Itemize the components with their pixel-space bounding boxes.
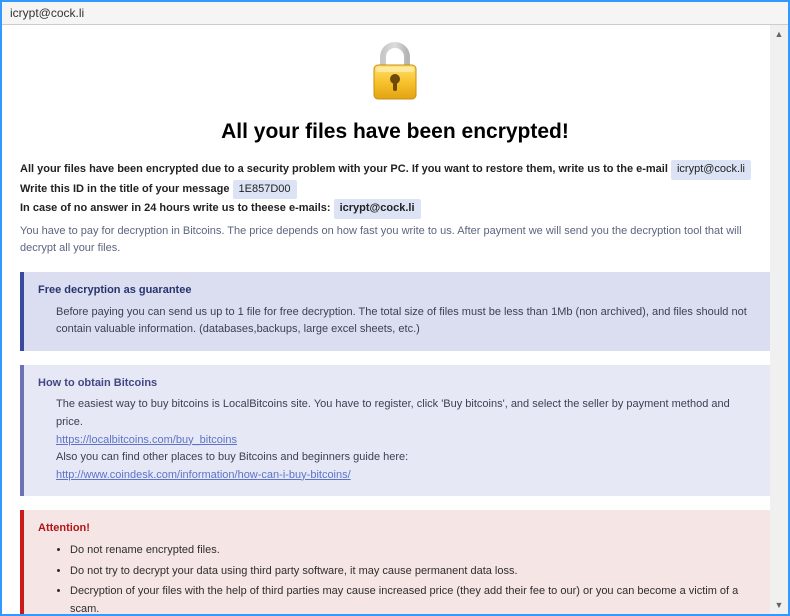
contact-email-1: icrypt@cock.li — [671, 160, 751, 180]
attention-item: Do not rename encrypted files. — [70, 542, 756, 560]
attention-item: Decryption of your files with the help o… — [70, 583, 756, 614]
scrollbar[interactable]: ▲ ▼ — [770, 25, 788, 614]
ransom-window: icrypt@cock.li — [0, 0, 790, 616]
scroll-up-icon[interactable]: ▲ — [770, 25, 788, 43]
bitcoins-line-2: Also you can find other places to buy Bi… — [56, 449, 756, 467]
attention-box: Attention! Do not rename encrypted files… — [20, 510, 770, 614]
attention-title: Attention! — [38, 520, 756, 538]
payment-note: You have to pay for decryption in Bitcoi… — [20, 223, 770, 258]
contact-email-2: icrypt@cock.li — [334, 199, 421, 219]
bitcoins-body: The easiest way to buy bitcoins is Local… — [38, 396, 756, 484]
attention-list: Do not rename encrypted files. Do not tr… — [38, 542, 756, 614]
attention-item: Do not try to decrypt your data using th… — [70, 563, 756, 581]
intro-line-3: In case of no answer in 24 hours write u… — [20, 199, 770, 219]
guarantee-title: Free decryption as guarantee — [38, 282, 756, 300]
window-title: icrypt@cock.li — [10, 6, 84, 20]
bitcoins-title: How to obtain Bitcoins — [38, 375, 756, 393]
page-title: All your files have been encrypted! — [20, 120, 770, 144]
coindesk-link[interactable]: http://www.coindesk.com/information/how-… — [56, 467, 351, 485]
intro-line-2: Write this ID in the title of your messa… — [20, 180, 770, 200]
guarantee-body: Before paying you can send us up to 1 fi… — [38, 304, 756, 339]
window-titlebar: icrypt@cock.li — [2, 2, 788, 25]
intro-line-2-text: Write this ID in the title of your messa… — [20, 183, 233, 195]
intro-line-1-text: All your files have been encrypted due t… — [20, 163, 671, 175]
localbitcoins-link[interactable]: https://localbitcoins.com/buy_bitcoins — [56, 432, 237, 450]
lock-icon — [367, 41, 423, 108]
intro-block: All your files have been encrypted due t… — [20, 160, 770, 258]
lock-wrap — [20, 35, 770, 110]
scroll-down-icon[interactable]: ▼ — [770, 596, 788, 614]
bitcoins-box: How to obtain Bitcoins The easiest way t… — [20, 365, 770, 497]
intro-line-1: All your files have been encrypted due t… — [20, 160, 770, 180]
victim-id: 1E857D00 — [233, 180, 297, 200]
content-area: All your files have been encrypted! All … — [2, 25, 788, 614]
guarantee-box: Free decryption as guarantee Before payi… — [20, 272, 770, 351]
intro-line-3-text: In case of no answer in 24 hours write u… — [20, 202, 334, 214]
bitcoins-line-1: The easiest way to buy bitcoins is Local… — [56, 396, 756, 431]
